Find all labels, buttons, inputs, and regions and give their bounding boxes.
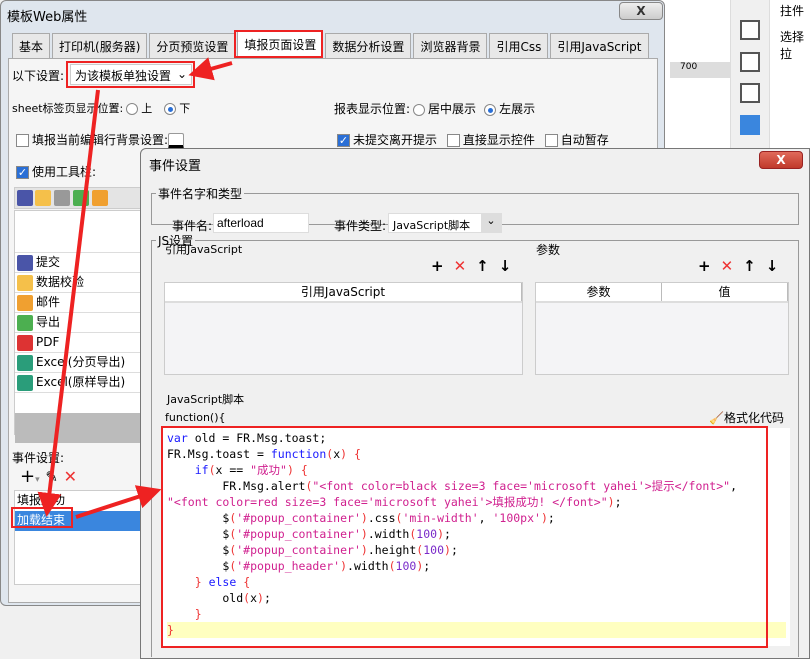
arrow-to-select [188,57,233,81]
arrow-to-event [37,89,100,517]
annotation-arrows [37,57,233,519]
arrow-to-code [75,485,162,519]
